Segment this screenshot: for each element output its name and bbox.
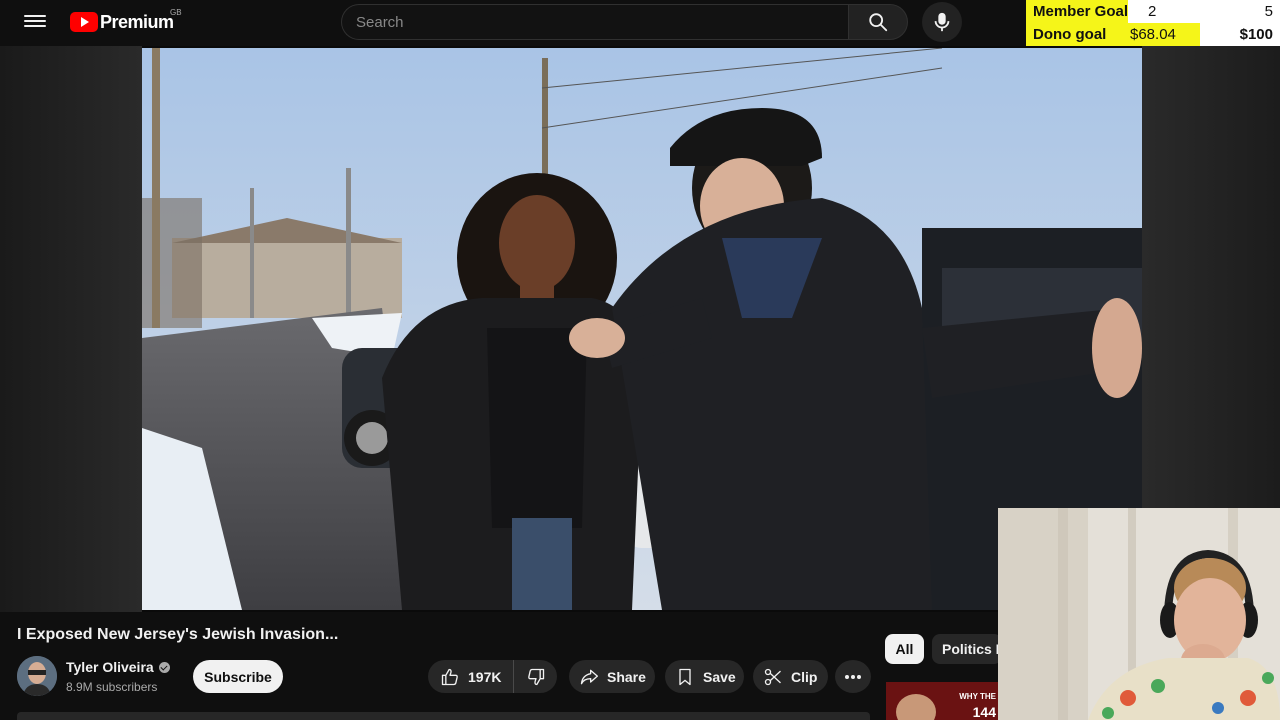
verified-icon: [158, 661, 170, 673]
video-frame[interactable]: [142, 48, 1142, 610]
logo-text: Premium: [100, 11, 174, 32]
stream-goals-overlay: Member Goal 2 5 Dono goal $68.04 $100: [1026, 0, 1280, 46]
dono-goal: Dono goal $68.04 $100: [1026, 23, 1280, 46]
search-icon: [869, 13, 888, 32]
video-letterbox-left: [0, 46, 142, 612]
dislike-button[interactable]: [514, 660, 557, 693]
share-button[interactable]: Share: [569, 660, 655, 693]
member-goal: Member Goal 2 5: [1026, 0, 1280, 23]
channel-avatar[interactable]: [17, 656, 57, 696]
thumbnail-number: 144: [972, 704, 996, 720]
member-goal-current: 2: [1148, 3, 1157, 20]
subscriber-count: 8.9M subscribers: [66, 680, 158, 694]
share-icon: [580, 669, 598, 684]
video-scene: [142, 48, 1142, 610]
scissors-icon: [764, 668, 781, 685]
dono-goal-current: $68.04: [1130, 26, 1176, 43]
share-label: Share: [607, 668, 646, 685]
chip-all[interactable]: All: [885, 634, 924, 664]
youtube-logo-icon: [70, 12, 98, 32]
description-box-edge: [17, 712, 870, 720]
channel-name-row[interactable]: Tyler Oliveira: [66, 659, 170, 675]
bookmark-icon: [679, 668, 691, 685]
member-goal-label: Member Goal: [1033, 3, 1129, 20]
thumbnail-caption: WHY THE: [959, 692, 996, 701]
video-title: I Exposed New Jersey's Jewish Invasion..…: [17, 626, 339, 643]
like-dislike-group: 197K: [428, 660, 557, 693]
recommended-video-thumbnail[interactable]: WHY THE 144: [886, 682, 998, 720]
search-button[interactable]: [848, 4, 908, 40]
more-horizontal-icon: [845, 674, 861, 679]
clip-button[interactable]: Clip: [753, 660, 828, 693]
mic-icon: [934, 12, 950, 32]
channel-name[interactable]: Tyler Oliveira: [66, 659, 154, 675]
save-label: Save: [703, 668, 736, 685]
chip-politics[interactable]: Politics N: [932, 634, 1002, 664]
like-button[interactable]: 197K: [428, 660, 514, 693]
like-count: 197K: [468, 668, 502, 685]
search-bar: [341, 4, 908, 40]
youtube-premium-logo[interactable]: Premium: [70, 12, 174, 32]
thumbs-up-icon: [441, 668, 458, 685]
menu-icon[interactable]: [24, 12, 46, 32]
subscribe-button[interactable]: Subscribe: [193, 660, 283, 693]
member-goal-target: 5: [1264, 3, 1273, 20]
dono-goal-target: $100: [1239, 26, 1273, 43]
youtube-watch-page: Premium GB Member Goal 2 5: [0, 0, 1280, 720]
save-button[interactable]: Save: [665, 660, 744, 693]
thumbs-down-icon: [527, 668, 544, 685]
dono-goal-label: Dono goal: [1033, 26, 1107, 43]
webcam-feed: [998, 508, 1280, 720]
clip-label: Clip: [791, 668, 818, 685]
streamer-webcam: [998, 508, 1280, 720]
channel-avatar-image: [17, 656, 57, 696]
voice-search-button[interactable]: [922, 2, 962, 42]
search-input[interactable]: [341, 4, 848, 40]
more-actions-button[interactable]: [835, 660, 871, 693]
region-code: GB: [170, 8, 182, 17]
